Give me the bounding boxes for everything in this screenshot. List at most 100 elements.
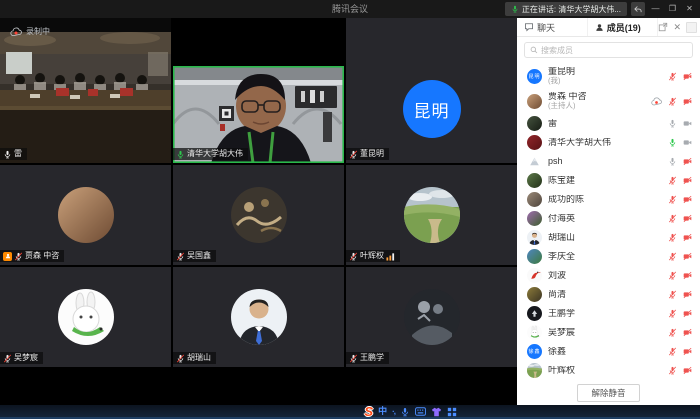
video-tile[interactable]: 吴国鑫	[173, 165, 344, 265]
camera-icon	[683, 366, 692, 375]
close-button[interactable]: ✕	[683, 2, 696, 16]
mic-icon	[668, 347, 677, 356]
mic-icon	[668, 233, 677, 242]
member-row[interactable]: 李庆全	[517, 247, 700, 266]
recording-indicator[interactable]: 录制中	[10, 26, 50, 37]
unmute-all-button[interactable]: 解除静音	[577, 384, 639, 401]
camera-icon	[683, 97, 692, 106]
chinese-mode-icon[interactable]: 中	[378, 407, 387, 416]
tile-name-label: 叶辉权	[346, 250, 400, 262]
tile-name-label: 胡瑞山	[173, 352, 216, 364]
avatar	[527, 249, 542, 264]
member-row[interactable]: 付海英	[517, 209, 700, 228]
video-tile[interactable]: 王鹏学	[346, 267, 517, 367]
member-status-icons	[668, 290, 692, 299]
chat-bubble-icon	[524, 22, 534, 32]
mic-icon	[668, 214, 677, 223]
member-info: 叶辉权	[548, 366, 662, 376]
mic-icon	[668, 97, 677, 106]
member-row[interactable]: psh	[517, 152, 700, 171]
mic-icon	[668, 290, 677, 299]
member-info: 徐鑫	[548, 347, 662, 357]
video-tile[interactable]: 清华大学胡大伟	[173, 18, 344, 163]
member-list: 昆明董昆明(我)贾森 中咨(主持人) 雷清华大学胡大伟psh 陈宝建成功的陈付海英胡…	[517, 62, 700, 381]
member-name: 胡瑞山	[548, 233, 662, 243]
video-tile[interactable]: 胡瑞山	[173, 267, 344, 367]
member-row[interactable]: 成功的陈	[517, 190, 700, 209]
mic-icon	[349, 354, 358, 363]
mic-icon	[668, 119, 677, 128]
maximize-button[interactable]: ❐	[666, 2, 679, 16]
member-info: 刘波	[548, 271, 662, 281]
member-row[interactable]: 贾森 中咨(主持人)	[517, 89, 700, 114]
avatar	[404, 289, 460, 345]
member-row[interactable]: 王鹏学	[517, 304, 700, 323]
keyboard-icon[interactable]	[415, 407, 426, 416]
camera-icon	[683, 157, 692, 166]
speaking-banner-text: 正在讲话: 清华大学胡大伟...	[522, 4, 621, 15]
host-badge-icon	[3, 252, 12, 261]
member-status-icons	[668, 309, 692, 318]
banner-collapse-button[interactable]	[631, 2, 645, 16]
tab-members[interactable]: 成员(19)	[588, 18, 659, 36]
tile-name-label: 吴梦宸	[0, 352, 43, 364]
member-row[interactable]: 胡瑞山	[517, 228, 700, 247]
minimize-button[interactable]: —	[649, 2, 662, 16]
sogou-logo-icon[interactable]: S	[364, 405, 373, 418]
member-row[interactable]: 清华大学胡大伟	[517, 133, 700, 152]
member-row[interactable]: 陈宝建	[517, 171, 700, 190]
panel-tabs: 聊天 成员(19) ✕	[517, 18, 700, 37]
mic-icon	[176, 354, 185, 363]
mic-icon	[3, 354, 12, 363]
member-status-icons	[668, 233, 692, 242]
video-tile[interactable]: 叶辉权	[346, 165, 517, 265]
member-row[interactable]: 徐鑫徐鑫	[517, 342, 700, 361]
tile-name: 董昆明	[360, 150, 384, 158]
camera-icon	[683, 347, 692, 356]
avatar: 徐鑫	[527, 344, 542, 359]
tab-chat[interactable]: 聊天	[517, 18, 588, 36]
video-tile[interactable]: 昆明董昆明	[346, 18, 517, 163]
mic-icon	[668, 309, 677, 318]
close-panel-icon[interactable]: ✕	[673, 23, 681, 32]
recording-label: 录制中	[26, 26, 50, 37]
member-row[interactable]: 尚清	[517, 285, 700, 304]
avatar	[231, 289, 287, 345]
member-name: 付海英	[548, 214, 662, 224]
member-info: 陈宝建	[548, 176, 662, 186]
search-input[interactable]	[541, 46, 687, 55]
tile-name-label: 清华大学胡大伟	[173, 148, 248, 160]
mic-icon	[14, 252, 23, 261]
voice-input-icon[interactable]	[400, 407, 410, 417]
member-row[interactable]: 叶辉权	[517, 361, 700, 380]
member-row[interactable]: 雷	[517, 114, 700, 133]
tile-name: 胡瑞山	[187, 354, 211, 362]
camera-icon	[683, 328, 692, 337]
member-row[interactable]: 刘波	[517, 266, 700, 285]
member-info: 尚清	[548, 290, 662, 300]
symbols-icon[interactable]: ·,	[392, 408, 395, 416]
popout-panel-icon[interactable]	[658, 22, 668, 32]
video-tile[interactable]: 贾森 中咨	[0, 165, 171, 265]
member-info: 雷	[548, 119, 662, 129]
member-row[interactable]: 昆明董昆明(我)	[517, 64, 700, 89]
mic-icon	[668, 328, 677, 337]
member-status-icons	[668, 176, 692, 185]
member-row[interactable]: 吴梦宸	[517, 323, 700, 342]
member-role: (我)	[548, 77, 662, 85]
video-tile[interactable]: 吴梦宸	[0, 267, 171, 367]
recording-cloud-icon	[651, 97, 662, 106]
avatar	[527, 135, 542, 150]
tile-name-label: 贾森 中咨	[0, 250, 64, 262]
member-status-icons	[668, 271, 692, 280]
member-info: 付海英	[548, 214, 662, 224]
speaking-banner: 正在讲话: 清华大学胡大伟...	[505, 2, 627, 16]
panel-menu-button[interactable]	[686, 22, 697, 33]
video-tile[interactable]: 雷	[0, 18, 171, 163]
avatar	[58, 289, 114, 345]
skin-icon[interactable]	[431, 407, 442, 417]
window-titlebar[interactable]: 腾讯会议 正在讲话: 清华大学胡大伟... — ❐ ✕	[0, 0, 700, 18]
panel-tab-icons: ✕	[658, 18, 700, 36]
member-name: 陈宝建	[548, 176, 662, 186]
toolbox-icon[interactable]	[447, 407, 457, 417]
